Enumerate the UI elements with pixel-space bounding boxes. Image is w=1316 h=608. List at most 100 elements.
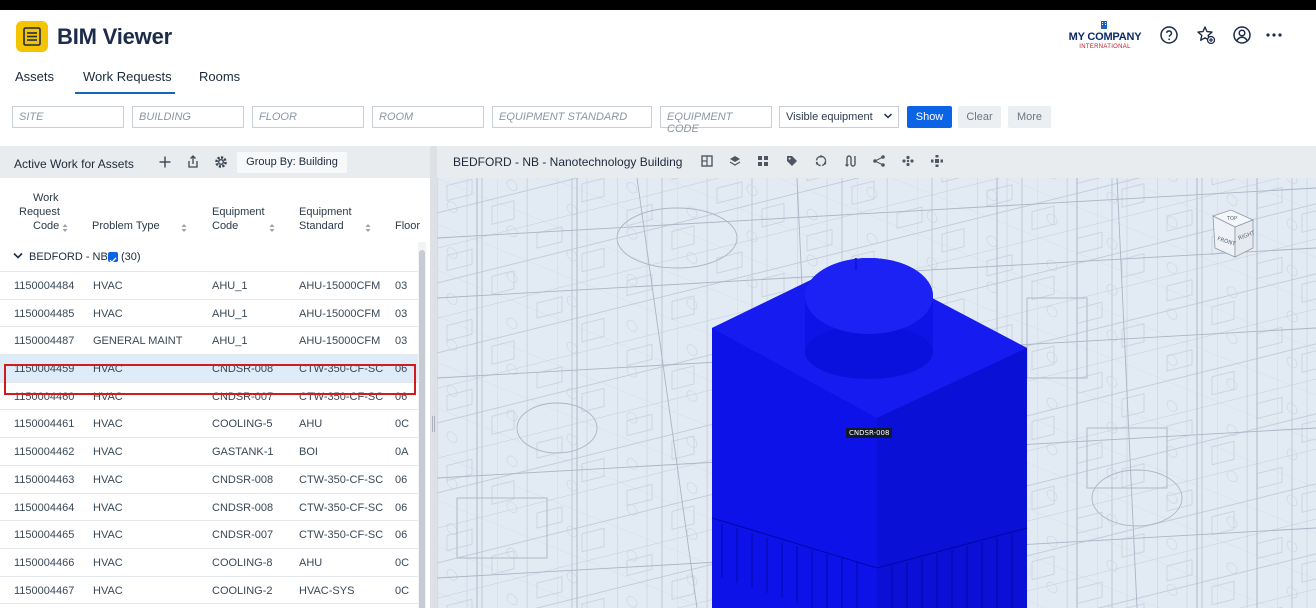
help-icon[interactable] [1158, 24, 1180, 46]
layers-icon[interactable] [728, 154, 742, 168]
equipment-label-tag: CNDSR-008 [846, 428, 893, 438]
cell-floor: 03 [395, 335, 408, 348]
app-window: BIM Viewer MY COMPANY INTERNATIONAL Asse… [0, 10, 1316, 608]
cell-problem-type: HVAC [93, 556, 123, 569]
cell-equipment-standard: CTW-350-CF-SC [299, 390, 384, 403]
group-checkbox[interactable] [108, 252, 118, 264]
table-row[interactable]: 1150004459 HVAC CNDSR-008 CTW-350-CF-SC 06 [0, 355, 418, 383]
company-logo: MY COMPANY INTERNATIONAL [1066, 20, 1144, 50]
favorite-star-icon[interactable] [1195, 24, 1217, 46]
cell-problem-type: HVAC [93, 363, 123, 376]
table-row[interactable]: 1150004465 HVAC CNDSR-007 CTW-350-CF-SC 06 [0, 521, 418, 549]
cell-equipment-standard: AHU-15000CFM [299, 280, 381, 292]
column-header-work-request-code[interactable]: Work Request Code [0, 178, 80, 242]
tab-rooms[interactable]: Rooms [199, 69, 240, 94]
table-row[interactable]: 1150004466 HVAC COOLING-8 AHU 0C [0, 549, 418, 577]
cell-work-request-code: 1150004487 [14, 335, 75, 348]
gear-icon[interactable] [213, 154, 229, 170]
show-button[interactable]: Show [907, 106, 952, 128]
clear-button[interactable]: Clear [958, 106, 1001, 128]
table-row[interactable]: 1150004485 HVAC AHU_1 AHU-15000CFM 03 [0, 300, 418, 328]
table-row[interactable]: 1150004464 HVAC CNDSR-008 CTW-350-CF-SC 06 [0, 494, 418, 522]
model-canvas[interactable]: TOP FRONT RIGHT [437, 178, 1316, 608]
share-icon[interactable] [872, 154, 886, 168]
cell-floor: 06 [395, 473, 408, 486]
filter-bar: SITE BUILDING FLOOR ROOM EQUIPMENT STAND… [0, 104, 1316, 135]
sort-icon [365, 224, 371, 232]
table-row[interactable]: 1150004461 HVAC COOLING-5 AHU 0C [0, 410, 418, 439]
cell-work-request-code: 1150004467 [14, 584, 75, 597]
more-options-icon[interactable] [1263, 24, 1285, 46]
cell-equipment-standard: BOI [299, 446, 318, 459]
sort-icon [269, 224, 275, 232]
column-header-floor[interactable]: Floor [389, 178, 429, 242]
visibility-select[interactable]: Visible equipment [779, 106, 899, 128]
cell-problem-type: GENERAL MAINT [93, 335, 183, 348]
cell-equipment-code: COOLING-2 [212, 584, 273, 597]
app-title: BIM Viewer [57, 24, 172, 49]
cell-equipment-code: CNDSR-007 [212, 390, 274, 403]
cell-floor: 03 [395, 280, 408, 292]
visibility-select-value: Visible equipment [786, 111, 873, 123]
cell-work-request-code: 1150004462 [14, 446, 75, 459]
table-body: 1150004484 HVAC AHU_1 AHU-15000CFM 03 1150004… [0, 272, 418, 605]
cell-work-request-code: 1150004461 [14, 418, 75, 431]
tab-work-requests[interactable]: Work Requests [75, 69, 175, 94]
tag-icon[interactable] [785, 154, 799, 168]
cell-equipment-code: CNDSR-008 [212, 363, 274, 376]
table-row[interactable]: 1150004467 HVAC COOLING-2 HVAC-SYS 0C [0, 577, 418, 605]
equipment-standard-input[interactable]: EQUIPMENT STANDARD [492, 106, 652, 128]
floor-plan-icon[interactable] [700, 154, 714, 168]
rotate-icon[interactable] [814, 154, 828, 168]
group-label: BEDFORD - NB [29, 251, 108, 263]
company-subtitle: INTERNATIONAL [1079, 44, 1131, 50]
bim-viewer[interactable]: BEDFORD - NB - Nanotechnology Building T… [437, 146, 1316, 608]
add-icon[interactable] [157, 154, 173, 170]
cell-floor: 06 [395, 501, 408, 514]
export-icon[interactable] [185, 154, 201, 170]
table-row[interactable]: 1150004487 GENERAL MAINT AHU_1 AHU-15000CFM… [0, 327, 418, 356]
view-cube-top: TOP [1226, 216, 1237, 222]
building-input[interactable]: BUILDING [132, 106, 244, 128]
column-header-equipment-standard[interactable]: Equipment Standard [293, 178, 383, 242]
tab-assets[interactable]: Assets [15, 69, 54, 94]
table-row[interactable]: 1150004460 HVAC CNDSR-007 CTW-350-CF-SC 06 [0, 383, 418, 411]
cell-equipment-code: AHU_1 [212, 307, 248, 320]
cell-equipment-standard: CTW-350-CF-SC [299, 529, 384, 542]
more-button[interactable]: More [1008, 106, 1051, 128]
column-header-problem-type[interactable]: Problem Type [86, 178, 196, 242]
cell-problem-type: HVAC [93, 584, 123, 597]
table-row[interactable]: 1150004462 HVAC GASTANK-1 BOI 0A [0, 438, 418, 466]
panel-resize-handle[interactable] [430, 146, 437, 608]
floor-input[interactable]: FLOOR [252, 106, 364, 128]
column-header-equipment-code[interactable]: Equipment Code [206, 178, 286, 242]
viewer-header: BEDFORD - NB - Nanotechnology Building [437, 146, 1316, 178]
cell-floor: 0C [395, 418, 410, 431]
table-row[interactable]: 1150004484 HVAC AHU_1 AHU-15000CFM 03 [0, 272, 418, 300]
cell-equipment-code: GASTANK-1 [212, 446, 274, 459]
viewer-title: BEDFORD - NB - Nanotechnology Building [453, 155, 683, 169]
network-icon[interactable] [901, 154, 915, 168]
cell-problem-type: HVAC [93, 529, 123, 542]
cell-equipment-code: COOLING-8 [212, 556, 273, 569]
site-input[interactable]: SITE [12, 106, 124, 128]
table-row[interactable]: 1150004463 HVAC CNDSR-008 CTW-350-CF-SC 06 [0, 466, 418, 494]
cell-equipment-standard: CTW-350-CF-SC [299, 363, 384, 376]
scrollbar-thumb[interactable] [419, 250, 425, 608]
cell-equipment-code: CNDSR-007 [212, 529, 274, 542]
explode-icon[interactable] [930, 154, 944, 168]
user-account-icon[interactable] [1231, 24, 1253, 46]
cell-work-request-code: 1150004464 [14, 501, 75, 514]
section-icon[interactable] [843, 154, 857, 168]
group-by-button[interactable]: Group By: Building [237, 152, 347, 173]
room-input[interactable]: ROOM [372, 106, 484, 128]
group-count: (30) [121, 251, 141, 263]
equipment-code-input[interactable]: EQUIPMENT CODE [660, 106, 772, 135]
grid-icon[interactable] [756, 154, 770, 168]
panel-title: Active Work for Assets [14, 157, 134, 171]
cell-equipment-code: CNDSR-008 [212, 501, 274, 514]
group-row-bedford[interactable]: BEDFORD - NB (30) [0, 242, 418, 272]
cell-floor: 0A [395, 446, 409, 459]
chevron-down-icon[interactable] [13, 252, 23, 260]
table-scrollbar[interactable] [418, 242, 426, 608]
